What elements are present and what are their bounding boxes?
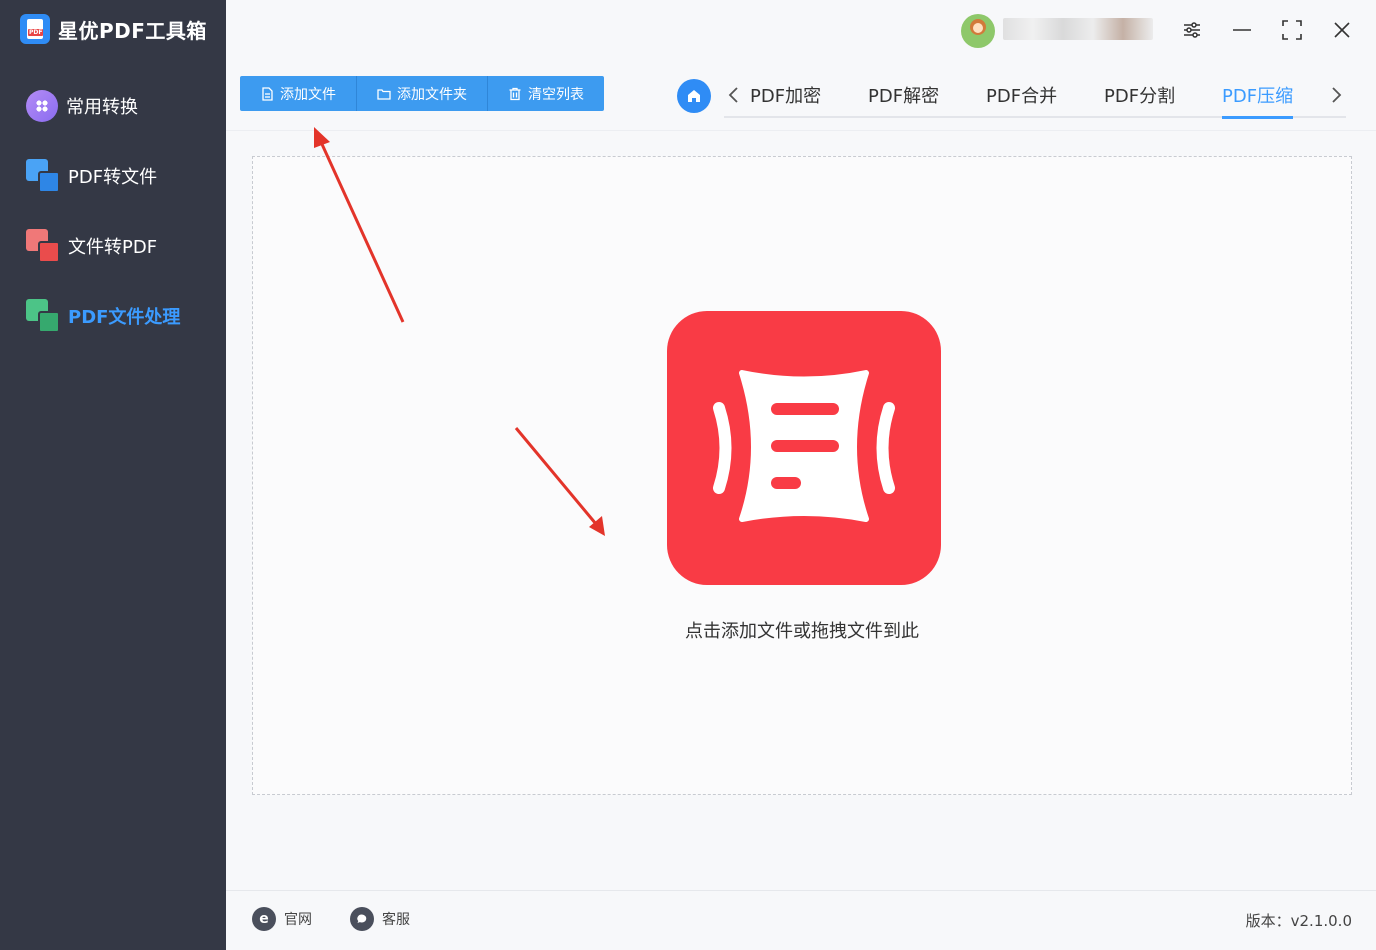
sidebar-item-label: PDF文件处理 <box>68 307 181 328</box>
version-label: 版本：v2.1.0.0 <box>1245 912 1352 930</box>
tab-pdf-encrypt[interactable]: PDF加密 <box>750 82 821 116</box>
feature-tabs: PDF加密 PDF解密 PDF合并 PDF分割 PDF压缩 <box>724 80 1346 119</box>
ie-browser-icon: e <box>252 907 276 931</box>
tab-pdf-decrypt[interactable]: PDF解密 <box>868 82 939 116</box>
support-label: 客服 <box>382 912 410 928</box>
sidebar-item-file-to-pdf[interactable]: 文件转PDF <box>26 229 157 263</box>
user-avatar[interactable] <box>961 14 995 48</box>
file-to-pdf-icon <box>26 229 60 263</box>
app-title: 星优PDF工具箱 <box>58 18 207 43</box>
pdf-compress-icon <box>667 311 941 585</box>
website-link[interactable]: e 官网 <box>252 907 312 931</box>
tabs-next-chevron-icon[interactable] <box>1326 83 1346 107</box>
home-button[interactable] <box>677 79 711 113</box>
sidebar-item-pdf-process[interactable]: PDF文件处理 <box>26 299 180 333</box>
sidebar-item-label: 常用转换 <box>66 97 138 118</box>
sidebar-item-pdf-to-file[interactable]: PDF转文件 <box>26 159 157 193</box>
pdf-to-file-icon <box>26 159 60 193</box>
pdf-process-icon <box>26 299 60 333</box>
add-folder-label: 添加文件夹 <box>397 86 467 103</box>
support-link[interactable]: 客服 <box>350 907 410 931</box>
sidebar: 星优PDF工具箱 常用转换 PDF转文件 文件转PDF PDF文件处理 <box>0 0 226 950</box>
brand: 星优PDF工具箱 <box>20 14 207 44</box>
website-label: 官网 <box>284 912 312 928</box>
add-file-label: 添加文件 <box>280 86 336 103</box>
app-logo-icon <box>20 14 50 44</box>
file-dropzone[interactable]: 点击添加文件或拖拽文件到此 <box>252 156 1352 795</box>
tab-pdf-compress[interactable]: PDF压缩 <box>1222 82 1294 119</box>
maximize-icon[interactable] <box>1277 15 1307 45</box>
minimize-icon[interactable] <box>1227 15 1257 45</box>
clear-list-label: 清空列表 <box>528 86 584 103</box>
trash-icon <box>509 87 521 100</box>
file-icon <box>262 86 273 101</box>
grid-circle-icon <box>26 90 58 122</box>
home-icon <box>688 90 700 102</box>
dropzone-hint: 点击添加文件或拖拽文件到此 <box>685 621 919 642</box>
tab-pdf-merge[interactable]: PDF合并 <box>986 82 1057 116</box>
chat-bubble-icon <box>350 907 374 931</box>
header-divider <box>226 130 1376 131</box>
tab-pdf-split[interactable]: PDF分割 <box>1104 82 1175 116</box>
folder-icon <box>377 88 391 100</box>
footer-divider <box>226 890 1376 891</box>
settings-sliders-icon[interactable] <box>1177 15 1207 45</box>
username-blurred <box>1003 18 1153 40</box>
file-toolbar: 添加文件 添加文件夹 清空列表 <box>240 76 604 111</box>
clear-list-button[interactable]: 清空列表 <box>488 76 604 111</box>
add-file-button[interactable]: 添加文件 <box>240 76 357 111</box>
sidebar-item-common-convert[interactable]: 常用转换 <box>26 90 138 122</box>
close-icon[interactable] <box>1327 15 1357 45</box>
sidebar-item-label: PDF转文件 <box>68 167 158 188</box>
sidebar-item-label: 文件转PDF <box>68 237 158 258</box>
add-folder-button[interactable]: 添加文件夹 <box>357 76 488 111</box>
